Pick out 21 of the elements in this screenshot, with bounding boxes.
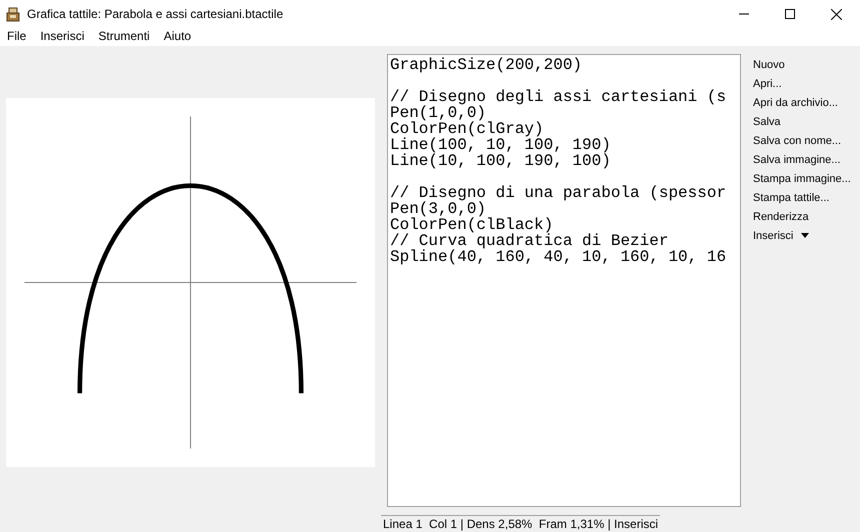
menu-item[interactable]: File [7,29,26,43]
side-button[interactable]: Stampa immagine... [753,169,851,188]
side-button[interactable]: Salva [753,112,781,131]
status-bar: Linea 1 Col 1 | Dens 2,58% Fram 1,31% | Inserisci [381,515,660,532]
side-button[interactable]: Salva immagine... [753,150,840,169]
maximize-icon[interactable] [785,9,795,19]
side-button[interactable]: Salva con nome... [753,131,842,150]
side-button[interactable]: Nuovo [753,55,785,74]
menu-item[interactable]: Strumenti [98,29,150,43]
side-button[interactable]: Stampa tattile... [753,188,830,207]
window-title: Grafica tattile: Parabola e assi cartesiani.btactile [27,7,284,21]
code-editor[interactable]: GraphicSize(200,200) // Disegno degli assi cartesiani (s Pen(1,0,0) ColorPen(clGray) Line(100, 10, 100, 190) Line(10, 100, 190, 100) // Disegno di una parabola (spessor Pen(3,0,0) ColorPen(clBlack) // Curva quadratica di Bezier Spline(40, 160, 40, 10, 160, 10, 16 [387,54,741,507]
side-button[interactable]: Apri da archivio... [753,93,838,112]
menu-item[interactable]: Inserisci [40,29,84,43]
side-button[interactable]: Apri... [753,74,782,93]
close-icon[interactable] [831,8,842,20]
menu-item[interactable]: Aiuto [164,29,192,43]
dropdown-button[interactable]: Inserisci [753,226,810,245]
app-icon [5,6,21,22]
caret-icon [801,233,810,238]
side-button[interactable]: Renderizza [753,207,809,226]
